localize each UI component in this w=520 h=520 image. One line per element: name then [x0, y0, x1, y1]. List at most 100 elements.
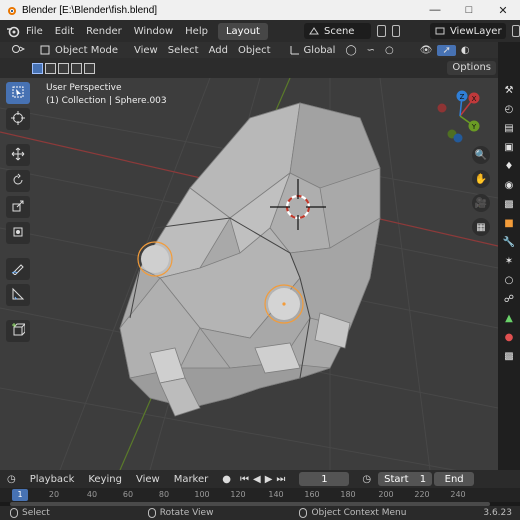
proportional-editing-icon[interactable]: ○ — [380, 45, 399, 56]
mouse-right-icon — [299, 508, 308, 518]
scene-properties-icon[interactable]: ♦ — [500, 158, 518, 174]
navigation-buttons: 🔍 ✋ 🎥 ▦ — [472, 146, 492, 236]
constraints-properties-icon[interactable]: ☍ — [500, 291, 518, 307]
minimize-icon[interactable]: — — [418, 0, 452, 20]
view-layer-icon — [434, 25, 446, 37]
menu-view[interactable]: View — [129, 45, 163, 56]
select-extend-icon[interactable] — [45, 62, 56, 74]
status-bar: Select Rotate View Object Context Menu 3… — [0, 506, 520, 520]
menu-select[interactable]: Select — [163, 45, 204, 56]
new-view-layer-icon[interactable] — [511, 25, 520, 37]
pan-hand-icon[interactable]: ✋ — [472, 170, 490, 188]
record-icon[interactable]: ● — [215, 474, 238, 485]
tool-properties-icon[interactable]: ⚒ — [500, 82, 518, 98]
selection-modes — [32, 62, 95, 74]
workspace-tab-layout[interactable]: Layout — [217, 22, 268, 40]
select-invert-icon[interactable] — [71, 62, 82, 74]
menu-file[interactable]: File — [20, 26, 49, 37]
snap-icon[interactable]: ∽ — [362, 45, 380, 56]
status-select-label: Select — [22, 508, 50, 518]
timeline-editor-icon[interactable]: ◷ — [0, 474, 23, 485]
3d-viewport[interactable]: User Perspective (1) Collection | Sphere… — [0, 78, 498, 470]
menu-marker[interactable]: Marker — [167, 474, 216, 485]
texture-properties-icon[interactable]: ▩ — [500, 348, 518, 364]
rotate-tool[interactable] — [6, 170, 30, 192]
editor-type-icon[interactable] — [6, 44, 30, 57]
visibility-icon[interactable]: 👁 — [415, 45, 438, 56]
world-properties-icon[interactable]: ◉ — [500, 177, 518, 193]
measure-tool[interactable] — [6, 284, 30, 306]
view-name: User Perspective — [46, 83, 122, 93]
menu-edit[interactable]: Edit — [49, 26, 80, 37]
status-rotate: Rotate View — [147, 508, 213, 518]
transform-tool[interactable] — [6, 222, 30, 244]
gizmo-toggle-icon[interactable]: ➚ — [437, 44, 456, 56]
ruler-tick: 60 — [122, 490, 134, 499]
remove-scene-icon[interactable] — [391, 25, 400, 37]
ruler-icon — [11, 287, 25, 304]
maximize-icon[interactable]: □ — [452, 0, 486, 20]
zoom-icon[interactable]: 🔍 — [472, 146, 490, 164]
modifier-properties-icon[interactable]: 🔧 — [500, 234, 518, 250]
blender-logo-icon — [4, 3, 18, 17]
navigation-gizmo[interactable]: X Z Y — [430, 86, 490, 146]
object-properties-icon[interactable]: ■ — [500, 215, 518, 231]
render-properties-icon[interactable]: ◴ — [500, 101, 518, 117]
menu-object[interactable]: Object — [233, 45, 276, 56]
select-intersect-icon[interactable] — [84, 62, 95, 74]
perspective-grid-icon[interactable]: ▦ — [472, 218, 490, 236]
overlay-toggle-icon[interactable]: ◐ — [456, 45, 475, 56]
scene-name: Scene — [323, 25, 355, 37]
particles-properties-icon[interactable]: ✶ — [500, 253, 518, 269]
window-title-bar: Blender [E:\Blender\fish.blend] — □ ✕ — [0, 0, 520, 20]
new-scene-icon[interactable] — [377, 25, 386, 37]
menu-window[interactable]: Window — [128, 26, 179, 37]
status-context-label: Object Context Menu — [311, 508, 407, 518]
version-label: 3.6.23 — [483, 508, 512, 518]
current-frame-field[interactable]: 1 — [299, 472, 350, 486]
transform-orientation-selector[interactable]: Global — [284, 44, 341, 56]
view-layer-properties-icon[interactable]: ▣ — [500, 139, 518, 155]
material-properties-icon[interactable]: ● — [500, 329, 518, 345]
menu-help[interactable]: Help — [179, 26, 214, 37]
camera-view-icon[interactable]: 🎥 — [472, 194, 490, 212]
eye-left — [137, 241, 173, 277]
prev-keyframe-icon[interactable]: ◀ — [251, 474, 263, 485]
clock-icon: ◷ — [362, 473, 372, 485]
output-properties-icon[interactable]: ▤ — [500, 120, 518, 136]
options-dropdown[interactable]: Options — [447, 61, 496, 75]
playhead[interactable]: 1 — [12, 489, 28, 501]
collection-properties-icon[interactable]: ▩ — [500, 196, 518, 212]
menu-playback[interactable]: Playback — [23, 474, 82, 485]
menu-render[interactable]: Render — [80, 26, 128, 37]
object-mode-icon — [39, 44, 51, 56]
jump-start-icon[interactable]: ⏮ — [238, 474, 251, 485]
view-layer-selector[interactable]: ViewLayer — [429, 23, 506, 39]
pivot-point-icon[interactable]: ◯ — [340, 45, 361, 56]
play-icon[interactable]: ▶ — [263, 474, 275, 485]
physics-properties-icon[interactable]: ○ — [500, 272, 518, 288]
timeline-ruler[interactable]: 1 20 40 60 80 100 120 140 160 180 200 22… — [0, 488, 520, 502]
select-subtract-icon[interactable] — [58, 62, 69, 74]
scale-tool[interactable] — [6, 196, 30, 218]
add-cube-tool[interactable] — [6, 320, 30, 342]
menu-keying[interactable]: Keying — [81, 474, 129, 485]
menu-add[interactable]: Add — [204, 45, 233, 56]
end-frame-field[interactable]: End — [434, 472, 475, 486]
menu-timeline-view[interactable]: View — [129, 474, 167, 485]
blender-menu-icon[interactable] — [6, 24, 20, 38]
start-frame-field[interactable]: Start 1 — [378, 472, 433, 486]
data-properties-icon[interactable]: ▲ — [500, 310, 518, 326]
close-icon[interactable]: ✕ — [486, 0, 520, 20]
crosshair-icon — [11, 110, 25, 128]
mode-selector[interactable]: Object Mode — [34, 44, 123, 56]
scene-selector[interactable]: Scene — [303, 23, 372, 39]
select-new-icon[interactable] — [32, 62, 43, 74]
viewport-header: Object Mode View Select Add Object Globa… — [0, 42, 520, 58]
select-box-tool[interactable] — [6, 82, 30, 104]
top-bar: File Edit Render Window Help Layout Scen… — [0, 20, 520, 42]
jump-end-icon[interactable]: ⏭ — [274, 474, 287, 485]
annotate-tool[interactable] — [6, 258, 30, 280]
move-tool[interactable] — [6, 144, 30, 166]
cursor-tool[interactable] — [6, 108, 30, 130]
